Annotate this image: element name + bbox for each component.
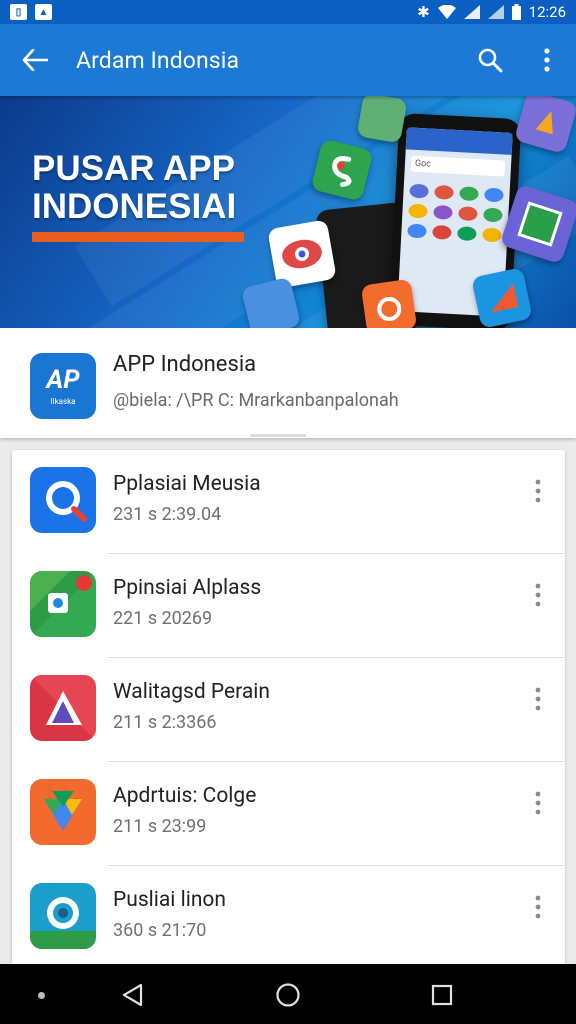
maps-app-icon <box>30 571 96 637</box>
clock: 12:26 <box>528 3 566 21</box>
list-item-meta: 360 s 21:70 <box>113 920 207 941</box>
nav-indicator-dot <box>38 992 45 999</box>
floating-app-icon-3 <box>513 96 576 155</box>
floating-app-icon-4 <box>267 219 337 289</box>
nav-home-icon[interactable] <box>268 976 308 1014</box>
floating-app-icon-2 <box>356 96 408 144</box>
more-vert-icon[interactable] <box>522 472 554 510</box>
status-bar: ▯ ▲ ✱ 12:26 <box>0 0 576 24</box>
arrow-back-icon[interactable] <box>0 24 70 96</box>
more-vert-icon[interactable] <box>522 680 554 718</box>
list-item-meta: 211 s 2:3366 <box>113 712 217 733</box>
list-item[interactable]: Pusliai linon 360 s 21:70 <box>12 866 565 970</box>
notification-icon-2: ▲ <box>35 4 52 20</box>
signal-icon-2 <box>487 5 504 19</box>
list-item-name: Pplasiai Meusia <box>113 472 261 496</box>
banner-title-line1: PUSAR APP <box>32 149 235 188</box>
search-app-icon <box>30 467 96 533</box>
promo-banner[interactable]: PUSAR APP INDONESIAI Goc <box>0 96 576 328</box>
phone-search-text: Goc <box>410 155 506 177</box>
play-app-icon <box>30 675 96 741</box>
app-list: Pplasiai Meusia 231 s 2:39.04 Ppinsiai A… <box>12 450 565 970</box>
list-item-name: Apdrtuis: Colge <box>113 784 257 808</box>
app-logo-icon: AP Ilkaska <box>30 353 96 419</box>
list-item[interactable]: Apdrtuis: Colge 211 s 23:99 <box>12 762 565 866</box>
floating-app-icon-7 <box>360 278 418 328</box>
camera-app-icon <box>30 883 96 949</box>
banner-tagline-bar <box>32 232 244 242</box>
app-logo-subtext: Ilkaska <box>50 396 76 406</box>
app-logo-text: AP <box>46 364 80 395</box>
battery-icon <box>511 4 521 20</box>
app-bar: Ardam Indonsia <box>0 24 576 96</box>
drag-handle[interactable] <box>250 434 306 437</box>
more-vert-icon[interactable] <box>518 24 576 96</box>
floating-app-icon-8 <box>471 267 533 328</box>
system-nav-bar <box>0 964 576 1024</box>
list-item-name: Walitagsd Perain <box>113 680 270 704</box>
list-item[interactable]: Pplasiai Meusia 231 s 2:39.04 <box>12 450 565 554</box>
list-item-name: Ppinsiai Alplass <box>113 576 262 600</box>
more-vert-icon[interactable] <box>522 784 554 822</box>
list-item-name: Pusliai linon <box>113 888 226 912</box>
app-detail-name: APP Indonesia <box>113 352 257 377</box>
list-item[interactable]: Walitagsd Perain 211 s 2:3366 <box>12 658 565 762</box>
page-title: Ardam Indonsia <box>76 46 240 74</box>
app-detail-subtitle: @biela: /\PR C: Mrarkanbanpalonah <box>113 390 399 411</box>
nav-recents-icon[interactable] <box>422 976 462 1014</box>
list-item-meta: 221 s 20269 <box>113 608 213 629</box>
banner-title: PUSAR APP INDONESIAI <box>32 150 236 226</box>
list-item-meta: 211 s 23:99 <box>113 816 207 837</box>
app-detail-card[interactable]: AP Ilkaska <box>0 328 576 438</box>
banner-title-line2: INDONESIAI <box>32 187 237 226</box>
search-icon[interactable] <box>462 24 518 96</box>
nav-back-icon[interactable] <box>112 976 152 1014</box>
notification-icon: ▯ <box>10 4 27 20</box>
more-vert-icon[interactable] <box>522 576 554 614</box>
wifi-icon <box>437 5 456 19</box>
bluetooth-icon: ✱ <box>417 3 430 21</box>
list-item-meta: 231 s 2:39.04 <box>113 504 222 525</box>
signal-icon <box>463 5 480 19</box>
list-item[interactable]: Ppinsiai Alplass 221 s 20269 <box>12 554 565 658</box>
more-vert-icon[interactable] <box>522 888 554 926</box>
drive-app-icon <box>30 779 96 845</box>
